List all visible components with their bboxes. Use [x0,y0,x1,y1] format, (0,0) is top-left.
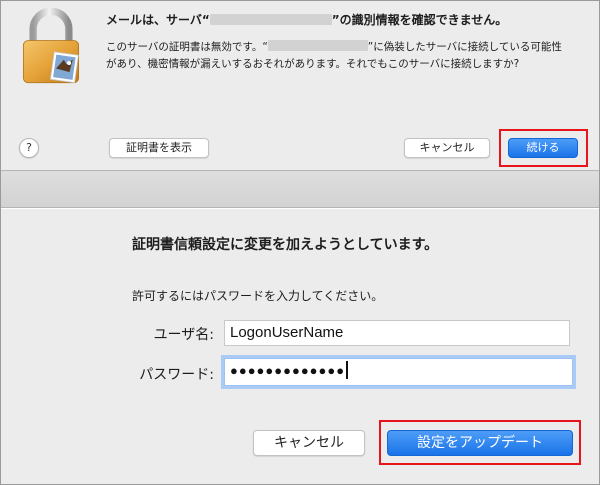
highlight-box [499,129,588,167]
help-button[interactable]: ? [19,138,39,158]
text-caret [346,361,348,379]
cancel-button[interactable]: キャンセル [253,430,365,456]
highlight-box [379,420,581,465]
title-prefix: メールは、サーバ“ [106,13,210,27]
password-field[interactable]: ●●●●●●●●●●●●● [224,358,573,386]
message-line1-prefix: このサーバの証明書は無効です。“ [106,41,268,53]
username-field[interactable]: LogonUserName [224,320,570,346]
dialog-message: このサーバの証明書は無効です。“ ”に偽装したサーバに接続している可能性 があり、… [106,39,576,73]
cancel-button[interactable]: キャンセル [404,138,490,158]
dialog-title: メールは、サーバ“ ”の識別情報を確認できません。 [106,11,586,28]
title-suffix: ”の識別情報を確認できません。 [331,13,508,27]
password-label: パスワード: [139,367,214,383]
auth-message: 許可するにはパスワードを入力してください。 [132,289,384,303]
window-separator [1,170,599,208]
auth-title: 証明書信頼設定に変更を加えようとしています。 [132,237,439,253]
lock-icon [22,8,80,84]
username-label: ユーザ名: [153,327,214,343]
password-dots: ●●●●●●●●●●●●● [230,363,346,378]
redacted-server-name [209,14,332,25]
show-certificate-button[interactable]: 証明書を表示 [109,138,209,158]
message-line1-suffix: ”に偽装したサーバに接続している可能性 [367,41,562,53]
message-line2: があり、機密情報が漏えいするおそれがあります。それでもこのサーバに接続しますか? [106,58,520,70]
redacted-server-name [267,40,368,51]
